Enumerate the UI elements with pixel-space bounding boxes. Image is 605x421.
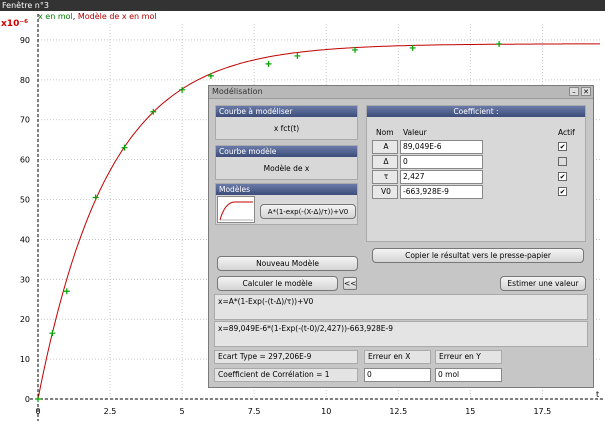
correlation-coefficient: Coefficient de Corrélation = 1 (214, 368, 358, 382)
courbe-modele-value[interactable]: Modèle de x (216, 164, 357, 173)
y-tick-label: 0 (25, 395, 30, 404)
model-thumbnail-icon[interactable] (217, 196, 255, 223)
x-tick-label: 5 (180, 407, 185, 416)
courbe-a-modeliser-value[interactable]: x fct(t) (216, 124, 357, 133)
data-point (265, 60, 272, 67)
x-tick-label: 7.5 (248, 407, 261, 416)
coef-value-v0[interactable]: -663,928E-9 (400, 185, 483, 199)
minimize-icon[interactable]: – (569, 87, 579, 96)
erreur-x-label: Erreur en X (364, 350, 431, 364)
ecart-type: Ecart Type = 297,206E-9 (214, 350, 358, 364)
courbe-a-modeliser-panel: Courbe à modéliser x fct(t) (215, 105, 358, 140)
dialog-title: Modélisation (212, 87, 263, 96)
legend-series-x: x en mol (38, 12, 73, 21)
coef-col-actif: Actif (558, 128, 575, 137)
coef-value-tau[interactable]: 2,427 (400, 170, 483, 184)
formula-fitted: x=89,049E-6*(1-Exp(-(t-0)/2,427))-663,92… (214, 321, 588, 347)
coef-value-delta[interactable]: 0 (400, 155, 483, 169)
y-tick-label: 80 (20, 76, 30, 85)
coef-name-v0: V0 (372, 185, 398, 199)
y-tick-label: 70 (20, 116, 30, 125)
y-tick-label: 50 (20, 196, 30, 205)
coef-active-tau[interactable]: ✔ (558, 172, 567, 181)
x-tick-label: 15 (465, 407, 475, 416)
formula-generic: x=A*(1-Exp(-(t-Δ)/τ))+V0 (214, 294, 588, 320)
x-tick-label: 12.5 (389, 407, 407, 416)
data-point (207, 72, 214, 79)
y-axis-unit: x10⁻⁶ (1, 19, 29, 29)
coefficient-header: Coefficient : (367, 106, 585, 117)
nouveau-modele-button[interactable]: Nouveau Modèle (217, 256, 358, 271)
y-tick-label: 40 (20, 235, 30, 244)
chart-legend: x en mol, Modèle de x en mol (38, 11, 157, 22)
modeles-header: Modèles (216, 184, 357, 195)
copy-result-button[interactable]: Copier le résultat vers le presse-papier (372, 248, 584, 263)
x-tick-label: 2.5 (104, 407, 117, 416)
coef-col-nom: Nom (376, 128, 394, 137)
coef-value-a[interactable]: 89,049E-6 (400, 140, 483, 154)
courbe-modele-header: Courbe modèle (216, 146, 357, 157)
data-point (49, 330, 56, 337)
y-tick-label: 20 (20, 315, 30, 324)
x-tick-label: 10 (321, 407, 331, 416)
calculer-modele-button[interactable]: Calculer le modèle (217, 276, 338, 291)
data-point (496, 40, 503, 47)
data-point (63, 288, 70, 295)
erreur-y-input[interactable]: 0 mol (435, 368, 502, 382)
erreur-x-input[interactable]: 0 (364, 368, 431, 382)
collapse-button[interactable]: << (343, 277, 357, 290)
y-tick-label: 30 (20, 275, 30, 284)
coef-name-a: A (372, 140, 398, 154)
coef-active-delta[interactable] (558, 157, 567, 166)
coef-active-a[interactable]: ✔ (558, 142, 567, 151)
coef-name-tau: τ (372, 170, 398, 184)
close-icon[interactable]: ✕ (581, 87, 591, 96)
coef-name-delta: Δ (372, 155, 398, 169)
x-axis-label: t (596, 390, 599, 399)
model-formula-button[interactable]: A*(1-exp(-(X-Δ)/τ))+V0 (260, 204, 356, 219)
window-title-bar: Fenêtre n°3 (0, 0, 605, 11)
data-point (35, 396, 41, 402)
estimer-valeur-button[interactable]: Estimer une valeur (500, 276, 586, 291)
coef-col-valeur: Valeur (403, 128, 427, 137)
y-tick-label: 60 (20, 156, 30, 165)
dialog-title-bar[interactable]: Modélisation (209, 86, 593, 99)
courbe-a-modeliser-header: Courbe à modéliser (216, 106, 357, 117)
y-tick-label: 90 (20, 36, 30, 45)
coef-active-v0[interactable]: ✔ (558, 187, 567, 196)
legend-series-model: Modèle de x en mol (77, 12, 157, 21)
x-tick-label: 17.5 (533, 407, 551, 416)
data-point (294, 52, 301, 59)
window-title: Fenêtre n°3 (2, 1, 49, 10)
courbe-modele-panel: Courbe modèle Modèle de x (215, 145, 358, 180)
y-tick-label: 10 (20, 355, 30, 364)
erreur-y-label: Erreur en Y (435, 350, 502, 364)
